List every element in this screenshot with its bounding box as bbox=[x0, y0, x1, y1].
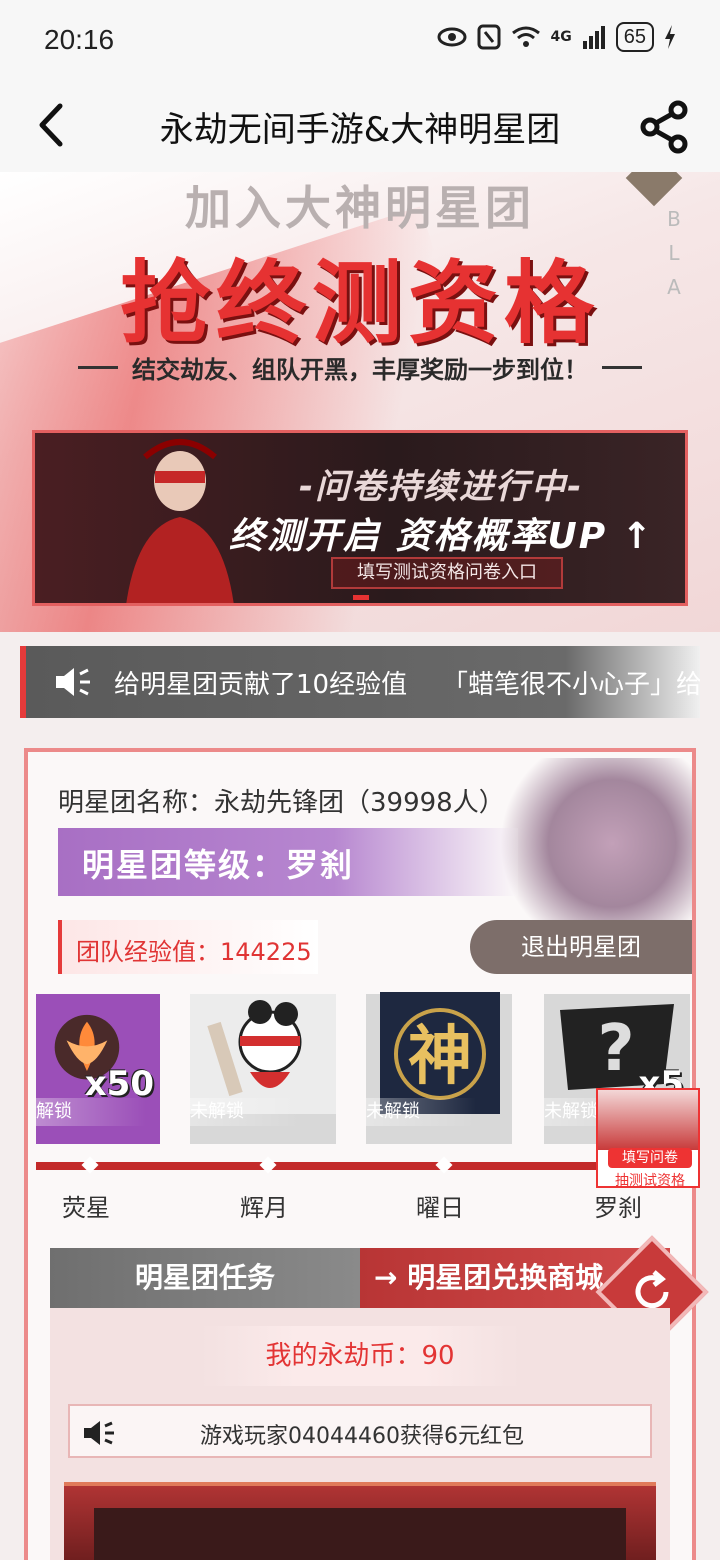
tier-label: 罗刹 bbox=[594, 1194, 642, 1222]
survey-float-button[interactable]: 填写问卷 抽测试资格 bbox=[596, 1088, 700, 1188]
slogan-dash-right bbox=[602, 365, 642, 369]
page-title: 永劫无间手游&大神明星团 bbox=[159, 110, 561, 150]
contribution-ticker: 给明星团贡献了10经验值 「蜡笔很不小心子」给 bbox=[20, 646, 700, 718]
nfc-icon bbox=[477, 24, 501, 50]
hero-slogan-row: 结交劫友、组队开黑，丰厚奖励一步到位！ bbox=[40, 342, 680, 392]
float-tag: 填写问卷 bbox=[608, 1148, 692, 1168]
team-name: 明星团名称：永劫先锋团（39998人） bbox=[58, 788, 505, 818]
hero-title: 抢终测资格 bbox=[120, 251, 600, 356]
signal-icon bbox=[582, 26, 605, 49]
banner-line1: -问卷持续进行中- bbox=[299, 467, 584, 507]
team-xp-label: 团队经验值：144225 bbox=[76, 938, 312, 966]
charging-icon bbox=[665, 25, 675, 49]
notice-text: 游戏玩家04044460获得6元红包 bbox=[200, 1424, 524, 1449]
svg-text:?: ? bbox=[597, 1012, 634, 1086]
battery-level: 65 bbox=[615, 22, 654, 52]
speaker-icon bbox=[56, 668, 90, 696]
survey-banner[interactable]: -问卷持续进行中- 终测开启 资格概率UP ↑ 填写测试资格问卷入口 bbox=[32, 430, 688, 606]
my-coins: 我的永劫币：90 bbox=[200, 1326, 520, 1386]
shop-item-area bbox=[94, 1508, 626, 1560]
reward-item-1[interactable]: x50 解锁 bbox=[36, 994, 160, 1144]
network-type: 4G bbox=[550, 29, 572, 45]
reward-item-2[interactable]: 未解锁 bbox=[190, 994, 336, 1144]
hero-slogan: 结交劫友、组队开黑，丰厚奖励一步到位！ bbox=[132, 355, 588, 384]
banner-line2: 终测开启 资格概率UP ↑ bbox=[229, 516, 654, 557]
share-icon[interactable] bbox=[638, 100, 692, 154]
status-bar: 20:16 4G 65 bbox=[0, 0, 720, 80]
float-caption: 抽测试资格 bbox=[615, 1173, 685, 1188]
nav-bar: 永劫无间手游&大神明星团 bbox=[0, 80, 720, 172]
carousel-indicator bbox=[353, 595, 369, 600]
reward-item-3[interactable]: 神 未解锁 bbox=[366, 992, 512, 1144]
status-icons: 4G 65 bbox=[437, 22, 676, 52]
float-heroine-image bbox=[598, 1090, 698, 1150]
hero-section: B L A 加入大神明星团 抢终测资格 结交劫友、组队开黑，丰厚奖励一步到位！ … bbox=[0, 172, 720, 632]
tier-label: 曜日 bbox=[416, 1194, 464, 1222]
sticker-character-icon bbox=[190, 994, 336, 1114]
slogan-dash-left bbox=[78, 365, 118, 369]
status-time: 20:16 bbox=[44, 24, 115, 55]
reward-status: 未解锁 bbox=[366, 1098, 476, 1126]
shop-frame bbox=[64, 1482, 656, 1560]
team-xp: 团队经验值：144225 bbox=[58, 920, 318, 974]
wifi-icon bbox=[511, 26, 540, 47]
back-arrow-icon[interactable] bbox=[28, 100, 78, 150]
tier-label: 荧星 bbox=[62, 1194, 110, 1222]
eye-icon bbox=[437, 27, 467, 47]
exit-team-button[interactable]: 退出明星团 bbox=[470, 920, 692, 974]
hero-subtitle: 加入大神明星团 bbox=[185, 181, 535, 235]
team-level-bar: 明星团等级：罗刹 bbox=[58, 828, 518, 896]
reward-status: 解锁 bbox=[36, 1098, 146, 1126]
reward-status: 未解锁 bbox=[190, 1098, 300, 1126]
prize-notice: 游戏玩家04044460获得6元红包 bbox=[68, 1404, 652, 1458]
god-avatar-frame-icon: 神 bbox=[380, 992, 500, 1114]
team-level: 明星团等级：罗刹 bbox=[82, 846, 355, 884]
tab-team-tasks[interactable]: 明星团任务 bbox=[50, 1248, 360, 1308]
tier-label: 辉月 bbox=[240, 1194, 288, 1222]
section-tabs: 明星团任务 → 明星团兑换商城 bbox=[50, 1248, 670, 1308]
ticker-message-next: 「蜡笔很不小心子」给 bbox=[442, 670, 700, 700]
svg-text:神: 神 bbox=[408, 1019, 472, 1094]
survey-entry-button[interactable]: 填写测试资格问卷入口 bbox=[331, 557, 563, 589]
shop-section: 我的永劫币：90 游戏玩家04044460获得6元红包 bbox=[50, 1308, 670, 1560]
ticker-message: 给明星团贡献了10经验值 bbox=[114, 670, 408, 700]
